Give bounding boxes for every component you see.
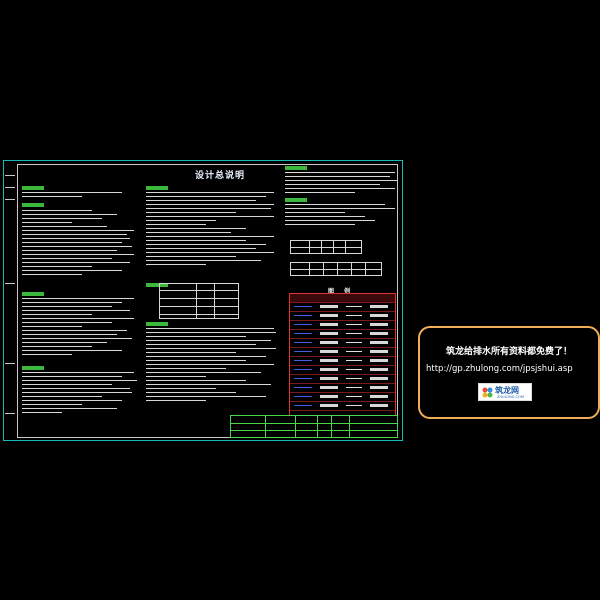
text-block-col3 <box>285 204 400 228</box>
title-block <box>230 415 398 438</box>
section-heading <box>22 203 44 207</box>
spec-table <box>290 262 382 276</box>
section-heading <box>285 198 307 202</box>
text-block-col1 <box>22 192 132 200</box>
free-resources-notice[interactable]: 筑龙给排水所有资料都免费了！ http://gp.zhulong.com/jps… <box>418 326 600 419</box>
spec-table <box>290 240 362 254</box>
spec-table <box>159 283 239 319</box>
text-block-col1 <box>22 210 142 278</box>
notice-title: 筑龙给排水所有资料都免费了！ <box>445 347 572 357</box>
text-block-col2 <box>146 328 281 404</box>
logo-subtext: ZHULONG.COM <box>497 395 524 399</box>
binding-strip <box>5 163 15 438</box>
zhulong-logo-icon <box>482 387 493 398</box>
text-block-col3 <box>285 172 400 196</box>
drawing-title: 设计总说明 <box>194 171 245 181</box>
section-heading <box>285 166 307 170</box>
text-block-col2 <box>146 192 276 268</box>
section-heading <box>22 292 44 296</box>
zhulong-logo[interactable]: 筑龙网 ZHULONG.COM <box>478 383 532 401</box>
text-block-col1 <box>22 372 147 416</box>
section-heading <box>146 322 168 326</box>
legend-table <box>289 293 396 416</box>
notice-link[interactable]: http://gp.zhulong.com/jpsjshui.asp <box>426 364 573 374</box>
section-heading <box>22 186 44 190</box>
text-block-col1 <box>22 298 142 358</box>
section-heading <box>22 366 44 370</box>
section-heading <box>146 186 168 190</box>
